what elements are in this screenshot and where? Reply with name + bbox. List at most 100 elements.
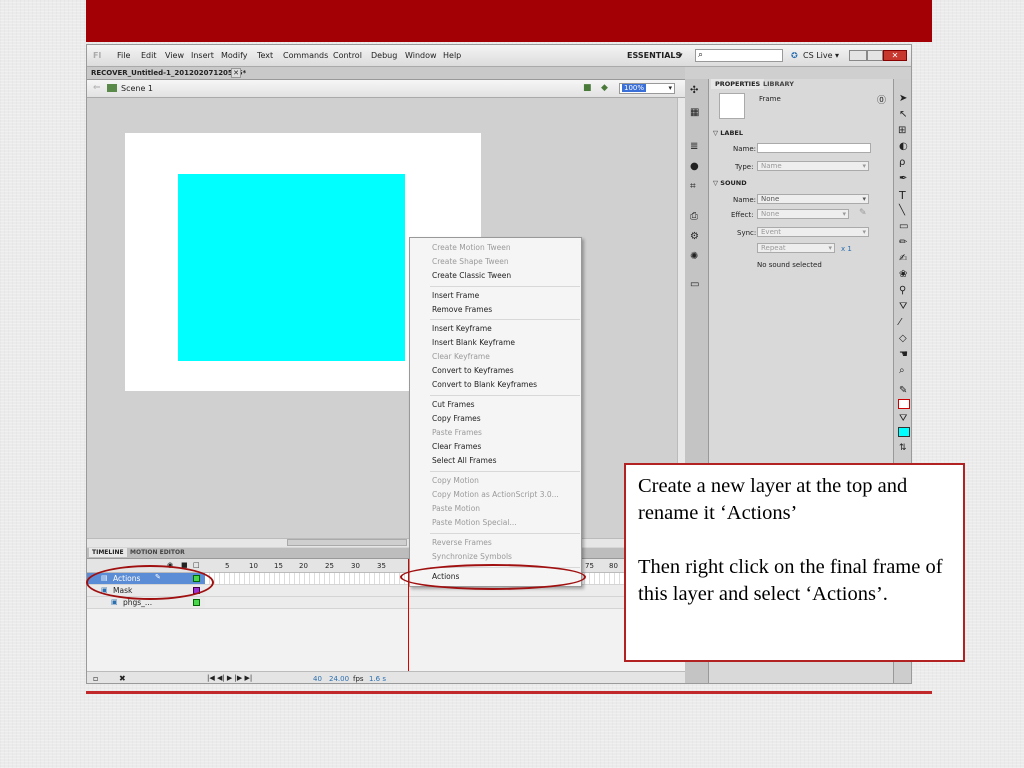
menu-convert-to-blank-keyframes[interactable]: Convert to Blank Keyframes <box>432 380 537 389</box>
stage-area[interactable] <box>87 98 679 538</box>
zoom-select[interactable]: 100% ▾ <box>619 83 675 94</box>
lasso-tool-icon[interactable]: ρ <box>899 157 905 168</box>
context-menu: Create Motion Tween Create Shape Tween C… <box>409 237 582 587</box>
close-tab-icon[interactable]: ✕ <box>231 68 241 78</box>
outline-icon[interactable]: □ <box>193 561 200 569</box>
components-icon[interactable]: ⚙ <box>690 231 699 242</box>
repeat-select[interactable]: Repeat ▾ <box>757 243 835 253</box>
stroke-color-swatch[interactable] <box>898 399 910 409</box>
zoom-tool-icon[interactable]: ⌕ <box>899 365 905 376</box>
menu-text[interactable]: Text <box>257 51 273 60</box>
menu-debug[interactable]: Debug <box>371 51 397 60</box>
ruler-80: 80 <box>609 562 618 570</box>
back-arrow-icon[interactable]: ⇐ <box>93 83 101 93</box>
frame-name-input[interactable] <box>757 143 871 153</box>
menu-edit[interactable]: Edit <box>141 51 157 60</box>
edit-sound-icon[interactable]: ✎ <box>859 208 867 218</box>
horizontal-scrollbar[interactable] <box>87 538 685 547</box>
repeat-count[interactable]: x 1 <box>841 245 852 253</box>
cs-live-label[interactable]: CS Live <box>803 51 833 60</box>
tab-properties[interactable]: PROPERTIES <box>711 79 765 89</box>
cs-live-icon[interactable]: ✪ <box>791 51 798 60</box>
align-icon[interactable]: ≣ <box>690 141 698 152</box>
close-button[interactable]: ✕ <box>883 50 907 61</box>
fill-color-swatch[interactable] <box>898 427 910 437</box>
hand-tool-icon[interactable]: ☚ <box>899 349 908 360</box>
free-transform-tool-icon[interactable]: ⊞ <box>898 125 906 136</box>
color-panel-icon[interactable]: ✣ <box>690 85 698 96</box>
paint-bucket-tool-icon[interactable]: ⛛ <box>899 301 907 312</box>
menu-separator <box>430 395 580 396</box>
menu-insert-frame[interactable]: Insert Frame <box>432 291 479 300</box>
3d-rotation-tool-icon[interactable]: ◐ <box>899 141 908 152</box>
label-section-header[interactable]: ▽ LABEL <box>713 129 743 137</box>
sound-section-header[interactable]: ▽ SOUND <box>713 179 747 187</box>
menu-select-all-frames[interactable]: Select All Frames <box>432 456 496 465</box>
tab-library[interactable]: LIBRARY <box>759 79 798 89</box>
menu-convert-to-keyframes[interactable]: Convert to Keyframes <box>432 366 514 375</box>
menu-cut-frames[interactable]: Cut Frames <box>432 400 475 409</box>
menu-separator <box>430 471 580 472</box>
workspace-switcher[interactable]: ESSENTIALS <box>627 51 681 60</box>
text-tool-icon[interactable]: T <box>899 189 906 202</box>
help-icon[interactable]: ⓪ <box>877 93 886 106</box>
sound-name-select[interactable]: None ▾ <box>757 194 869 204</box>
effect-select[interactable]: None ▾ <box>757 209 849 219</box>
menu-insert[interactable]: Insert <box>191 51 214 60</box>
swap-colors-icon[interactable]: ⇅ <box>899 443 907 453</box>
info-icon[interactable]: ● <box>690 161 699 172</box>
document-tab[interactable]: RECOVER_Untitled-1_20120207120545* <box>91 69 246 77</box>
brush-tool-icon[interactable]: ✍ <box>899 253 907 264</box>
actions-panel-icon[interactable]: ▭ <box>690 279 699 290</box>
menu-file[interactable]: File <box>117 51 130 60</box>
menu-remove-frames[interactable]: Remove Frames <box>432 305 492 314</box>
tab-timeline[interactable]: TIMELINE <box>89 548 127 557</box>
outline-swatch[interactable] <box>193 599 200 606</box>
sync-select[interactable]: Event ▾ <box>757 227 869 237</box>
menu-clear-frames[interactable]: Clear Frames <box>432 442 481 451</box>
menu-insert-blank-keyframe[interactable]: Insert Blank Keyframe <box>432 338 515 347</box>
pen-tool-icon[interactable]: ✒ <box>899 173 907 184</box>
line-tool-icon[interactable]: ╲ <box>899 205 905 216</box>
eyedropper-tool-icon[interactable]: ⁄ <box>899 317 901 328</box>
edit-symbol-icon[interactable]: ◆ <box>601 83 608 93</box>
stroke-color-icon[interactable]: ✎ <box>899 385 907 396</box>
deco-tool-icon[interactable]: ❀ <box>899 269 907 280</box>
pencil-tool-icon[interactable]: ✏ <box>899 237 907 248</box>
menu-copy-frames[interactable]: Copy Frames <box>432 414 481 423</box>
menu-window[interactable]: Window <box>405 51 437 60</box>
transform-icon[interactable]: ⌗ <box>690 181 696 192</box>
chevron-down-icon[interactable]: ▾ <box>679 51 683 59</box>
motion-presets-icon[interactable]: ✺ <box>690 251 698 262</box>
rectangle-tool-icon[interactable]: ▭ <box>899 221 908 232</box>
menu-control[interactable]: Control <box>333 51 362 60</box>
new-layer-icon[interactable]: ▫ <box>93 674 98 683</box>
layer-phgs-frames[interactable] <box>205 597 685 609</box>
menu-insert-keyframe[interactable]: Insert Keyframe <box>432 324 492 333</box>
scene-name[interactable]: Scene 1 <box>121 84 153 93</box>
swatches-icon[interactable]: ▦ <box>690 107 699 118</box>
chevron-down-icon[interactable]: ▾ <box>835 51 839 60</box>
frame-rate[interactable]: 24.00 <box>329 675 349 683</box>
maximize-button[interactable] <box>867 50 883 61</box>
eraser-tool-icon[interactable]: ◇ <box>899 333 907 344</box>
label-type-select[interactable]: Name ▾ <box>757 161 869 171</box>
menu-view[interactable]: View <box>165 51 184 60</box>
minimize-button[interactable] <box>849 50 867 61</box>
code-snippets-icon[interactable]: ⎙ <box>690 211 698 222</box>
cyan-rectangle[interactable] <box>178 174 405 361</box>
subselection-tool-icon[interactable]: ↖ <box>899 109 907 120</box>
menu-help[interactable]: Help <box>443 51 461 60</box>
selection-tool-icon[interactable]: ➤ <box>899 93 907 104</box>
delete-layer-icon[interactable]: ✖ <box>119 674 126 683</box>
tab-motion-editor[interactable]: MOTION EDITOR <box>127 548 188 557</box>
edit-scene-icon[interactable]: ■ <box>583 83 592 93</box>
menu-modify[interactable]: Modify <box>221 51 248 60</box>
bone-tool-icon[interactable]: ⚲ <box>899 285 906 296</box>
scroll-thumb[interactable] <box>287 539 407 546</box>
menu-commands[interactable]: Commands <box>283 51 328 60</box>
playback-controls[interactable]: |◀ ◀| ▶ |▶ ▶| <box>207 674 252 682</box>
menu-create-classic-tween[interactable]: Create Classic Tween <box>432 271 511 280</box>
search-input[interactable]: ⌕ <box>695 49 783 62</box>
fill-color-icon[interactable]: ⛛ <box>899 413 907 424</box>
